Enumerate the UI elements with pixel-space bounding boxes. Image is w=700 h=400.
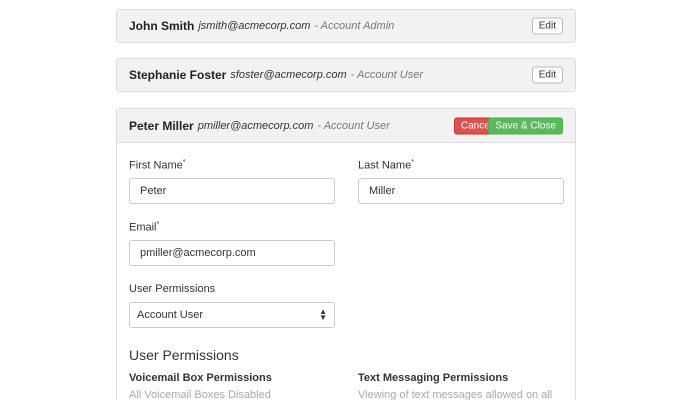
permissions-section-title: User Permissions (129, 347, 239, 363)
user-email: jsmith@acmecorp.com (198, 20, 311, 32)
user-permissions-select[interactable]: Account User ▲ ▼ (129, 302, 335, 328)
last-name-label: Last Name* (358, 159, 414, 172)
user-name: Peter Miller (129, 118, 194, 133)
first-name-label: First Name* (129, 159, 186, 172)
edit-button[interactable]: Edit (531, 17, 563, 35)
text-messaging-permissions-value: Viewing of text messages allowed on all (358, 389, 553, 400)
user-name: Stephanie Foster (129, 68, 227, 82)
email-input[interactable] (129, 240, 335, 266)
email-label-text: Email (129, 221, 157, 234)
save-close-button[interactable]: Save & Close (488, 117, 563, 134)
last-name-label-text: Last Name (358, 159, 412, 172)
user-edit-form: First Name* Last Name* Email* User Permi… (117, 143, 575, 400)
last-name-input[interactable] (358, 178, 564, 204)
user-edit-card: Peter Miller pmiller@acmecorp.com - Acco… (116, 108, 576, 400)
voicemail-permissions-value: All Voicemail Boxes Disabled (129, 389, 271, 400)
first-name-input[interactable] (129, 178, 335, 204)
first-name-label-text: First Name (129, 159, 183, 172)
user-email: pmiller@acmecorp.com (197, 119, 314, 132)
select-arrows-icon: ▲ ▼ (319, 307, 327, 322)
user-email: sfoster@acmecorp.com (230, 69, 347, 81)
voicemail-permissions-heading: Voicemail Box Permissions (129, 372, 272, 384)
required-mark: * (182, 159, 186, 166)
required-mark: * (411, 159, 414, 166)
user-row-john-smith: John Smith jsmith@acmecorp.com - Account… (116, 9, 576, 43)
user-edit-header: Peter Miller pmiller@acmecorp.com - Acco… (117, 109, 575, 143)
email-label: Email* (129, 221, 159, 234)
user-role: - Account User (350, 69, 424, 81)
edit-button[interactable]: Edit (531, 66, 563, 84)
user-row-stephanie-foster: Stephanie Foster sfoster@acmecorp.com - … (116, 58, 576, 92)
required-mark: * (156, 221, 160, 228)
user-role: - Account User (317, 119, 390, 132)
text-messaging-permissions-heading: Text Messaging Permissions (358, 372, 509, 384)
user-name: John Smith (129, 19, 195, 33)
user-row-header: John Smith jsmith@acmecorp.com - Account… (117, 10, 575, 42)
user-permissions-label: User Permissions (129, 283, 216, 295)
user-permissions-selected: Account User (137, 309, 204, 321)
user-role: - Account Admin (314, 20, 395, 32)
user-row-header: Stephanie Foster sfoster@acmecorp.com - … (117, 59, 575, 91)
